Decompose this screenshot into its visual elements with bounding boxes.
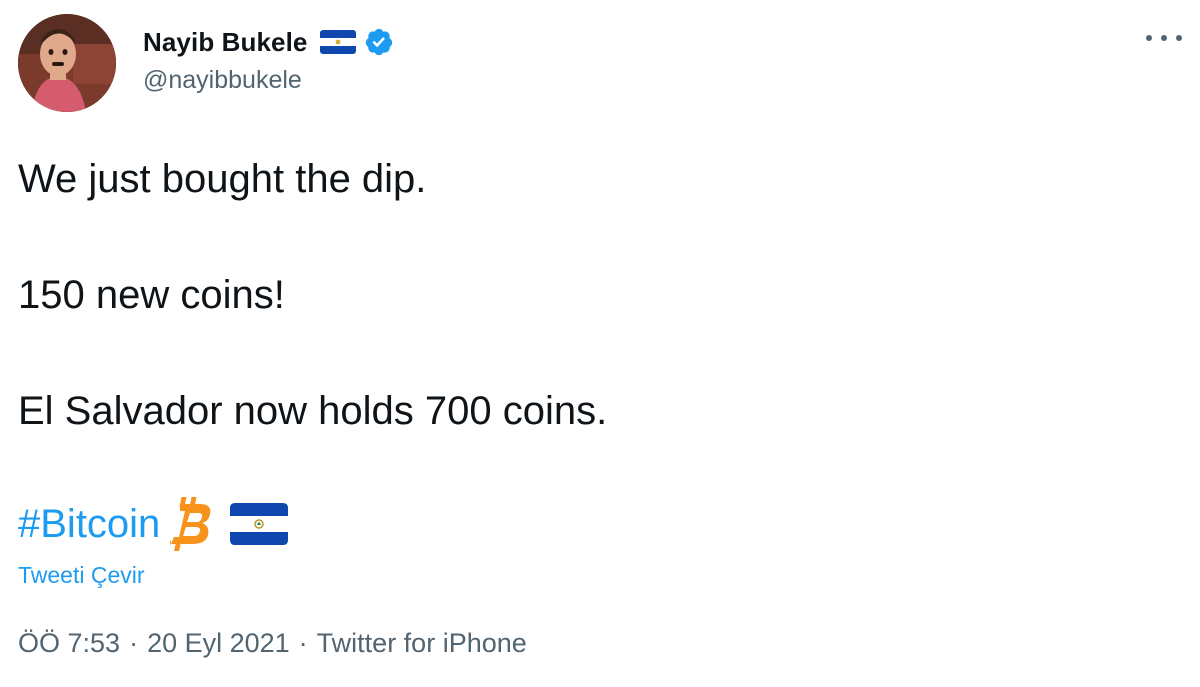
verified-badge-icon [364,27,394,57]
author-handle[interactable]: @nayibbukele [143,66,394,95]
hashtag-line: #Bitcoin [18,494,289,554]
avatar[interactable] [18,14,116,112]
display-name[interactable]: Nayib Bukele [143,27,308,58]
tweet-paragraph: El Salvador now holds 700 coins. [18,389,608,433]
el-salvador-flag-icon [230,503,289,545]
meta-separator: · [129,628,139,658]
tweet-text: We just bought the dip. 150 new coins! E… [18,150,607,498]
tweet-card: Nayib Bukele @nayibbukele We just bought… [0,0,1200,687]
name-line: Nayib Bukele [143,22,394,62]
tweet-source-link[interactable]: Twitter for iPhone [317,628,527,659]
translate-tweet-link[interactable]: Tweeti Çevir [18,562,145,589]
tweet-time[interactable]: ÖÖ 7:53 [18,628,120,659]
more-options-icon[interactable] [1146,26,1182,50]
tweet-date[interactable]: 20 Eyl 2021 [147,628,290,659]
el-salvador-flag-icon [319,30,356,54]
more-dot [1161,35,1167,41]
tweet-header: Nayib Bukele @nayibbukele [18,14,1188,114]
meta-separator: · [298,628,308,658]
author-block: Nayib Bukele @nayibbukele [143,22,394,95]
tweet-metadata: ÖÖ 7:53 · 20 Eyl 2021 · Twitter for iPho… [18,628,527,659]
avatar-photo-icon [18,14,116,112]
tweet-paragraph: 150 new coins! [18,273,285,317]
hashtag-link[interactable]: #Bitcoin [18,502,160,547]
more-dot [1146,35,1152,41]
tweet-paragraph: We just bought the dip. [18,157,427,201]
more-dot [1176,35,1182,41]
bitcoin-icon [164,495,214,553]
